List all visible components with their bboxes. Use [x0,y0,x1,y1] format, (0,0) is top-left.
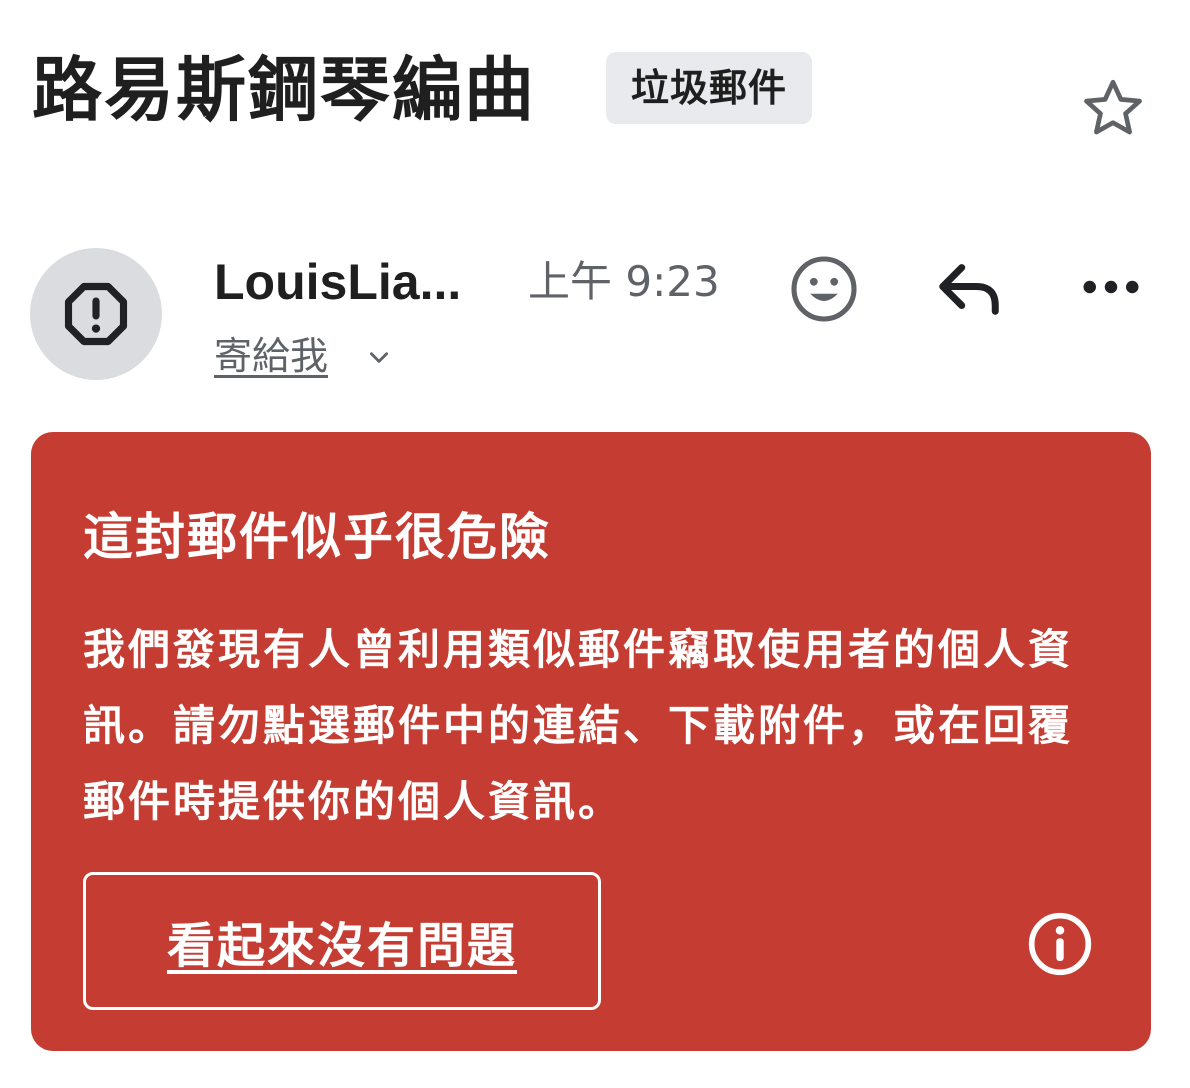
warning-body: 我們發現有人曾利用類似郵件竊取使用者的個人資訊。請勿點選郵件中的連結、下載附件，… [83,625,1074,826]
octagon-alert-icon [64,282,128,346]
star-icon[interactable] [1078,74,1148,144]
chevron-down-icon[interactable] [366,344,392,370]
sender-name[interactable]: LouisLia... [214,252,461,312]
reply-arrow-icon[interactable] [934,258,1004,318]
warning-title: 這封郵件似乎很危險 [83,508,551,566]
sender-avatar[interactable] [30,248,162,380]
recipient-toggle[interactable]: 寄給我 [214,330,328,382]
looks-safe-button-label: 看起來沒有問題 [166,918,517,974]
danger-warning-panel: 這封郵件似乎很危險 我們發現有人曾利用類似郵件竊取使用者的個人資訊。請勿點選郵件… [31,432,1151,1051]
spam-label-chip[interactable]: 垃圾郵件 [606,52,812,124]
emoji-smile-icon[interactable] [788,253,860,325]
looks-safe-button[interactable]: 看起來沒有問題 [83,872,601,1010]
more-horizontal-icon[interactable] [1080,272,1142,302]
received-time: 上午 9:23 [528,257,720,306]
info-circle-icon[interactable] [1026,910,1094,978]
email-subject: 路易斯鋼琴編曲 [32,49,536,131]
